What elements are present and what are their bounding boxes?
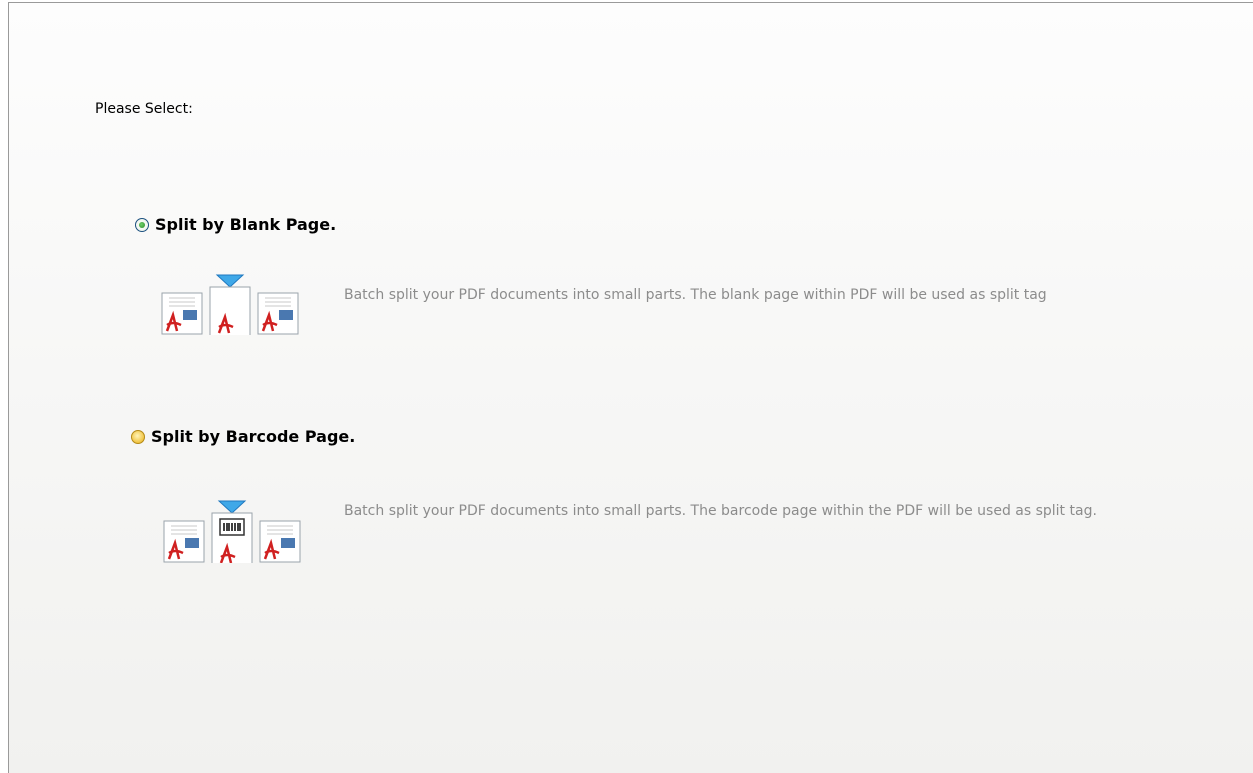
blank-page-marker-icon (209, 274, 251, 335)
radio-unselected-icon[interactable] (131, 429, 145, 444)
barcode-page-marker-icon (211, 500, 253, 563)
pdf-document-icon (163, 520, 205, 563)
option-label-blank: Split by Blank Page. (155, 215, 337, 234)
blank-page-description: Batch split your PDF documents into smal… (344, 287, 1047, 303)
radio-selected-icon[interactable] (135, 217, 149, 232)
pdf-document-icon (259, 520, 301, 563)
barcode-page-description: Batch split your PDF documents into smal… (344, 503, 1097, 519)
split-options-panel: Please Select: Split by Blank Page. Batc… (8, 2, 1253, 773)
split-by-barcode-page-option[interactable]: Split by Barcode Page. (131, 427, 355, 446)
pdf-document-icon (257, 292, 299, 335)
please-select-label: Please Select: (95, 101, 193, 117)
option-label-barcode: Split by Barcode Page. (151, 427, 356, 446)
barcode-split-illustration (163, 489, 301, 563)
blank-split-illustration (161, 265, 299, 335)
split-by-blank-page-option[interactable]: Split by Blank Page. (135, 215, 336, 234)
pdf-document-icon (161, 292, 203, 335)
